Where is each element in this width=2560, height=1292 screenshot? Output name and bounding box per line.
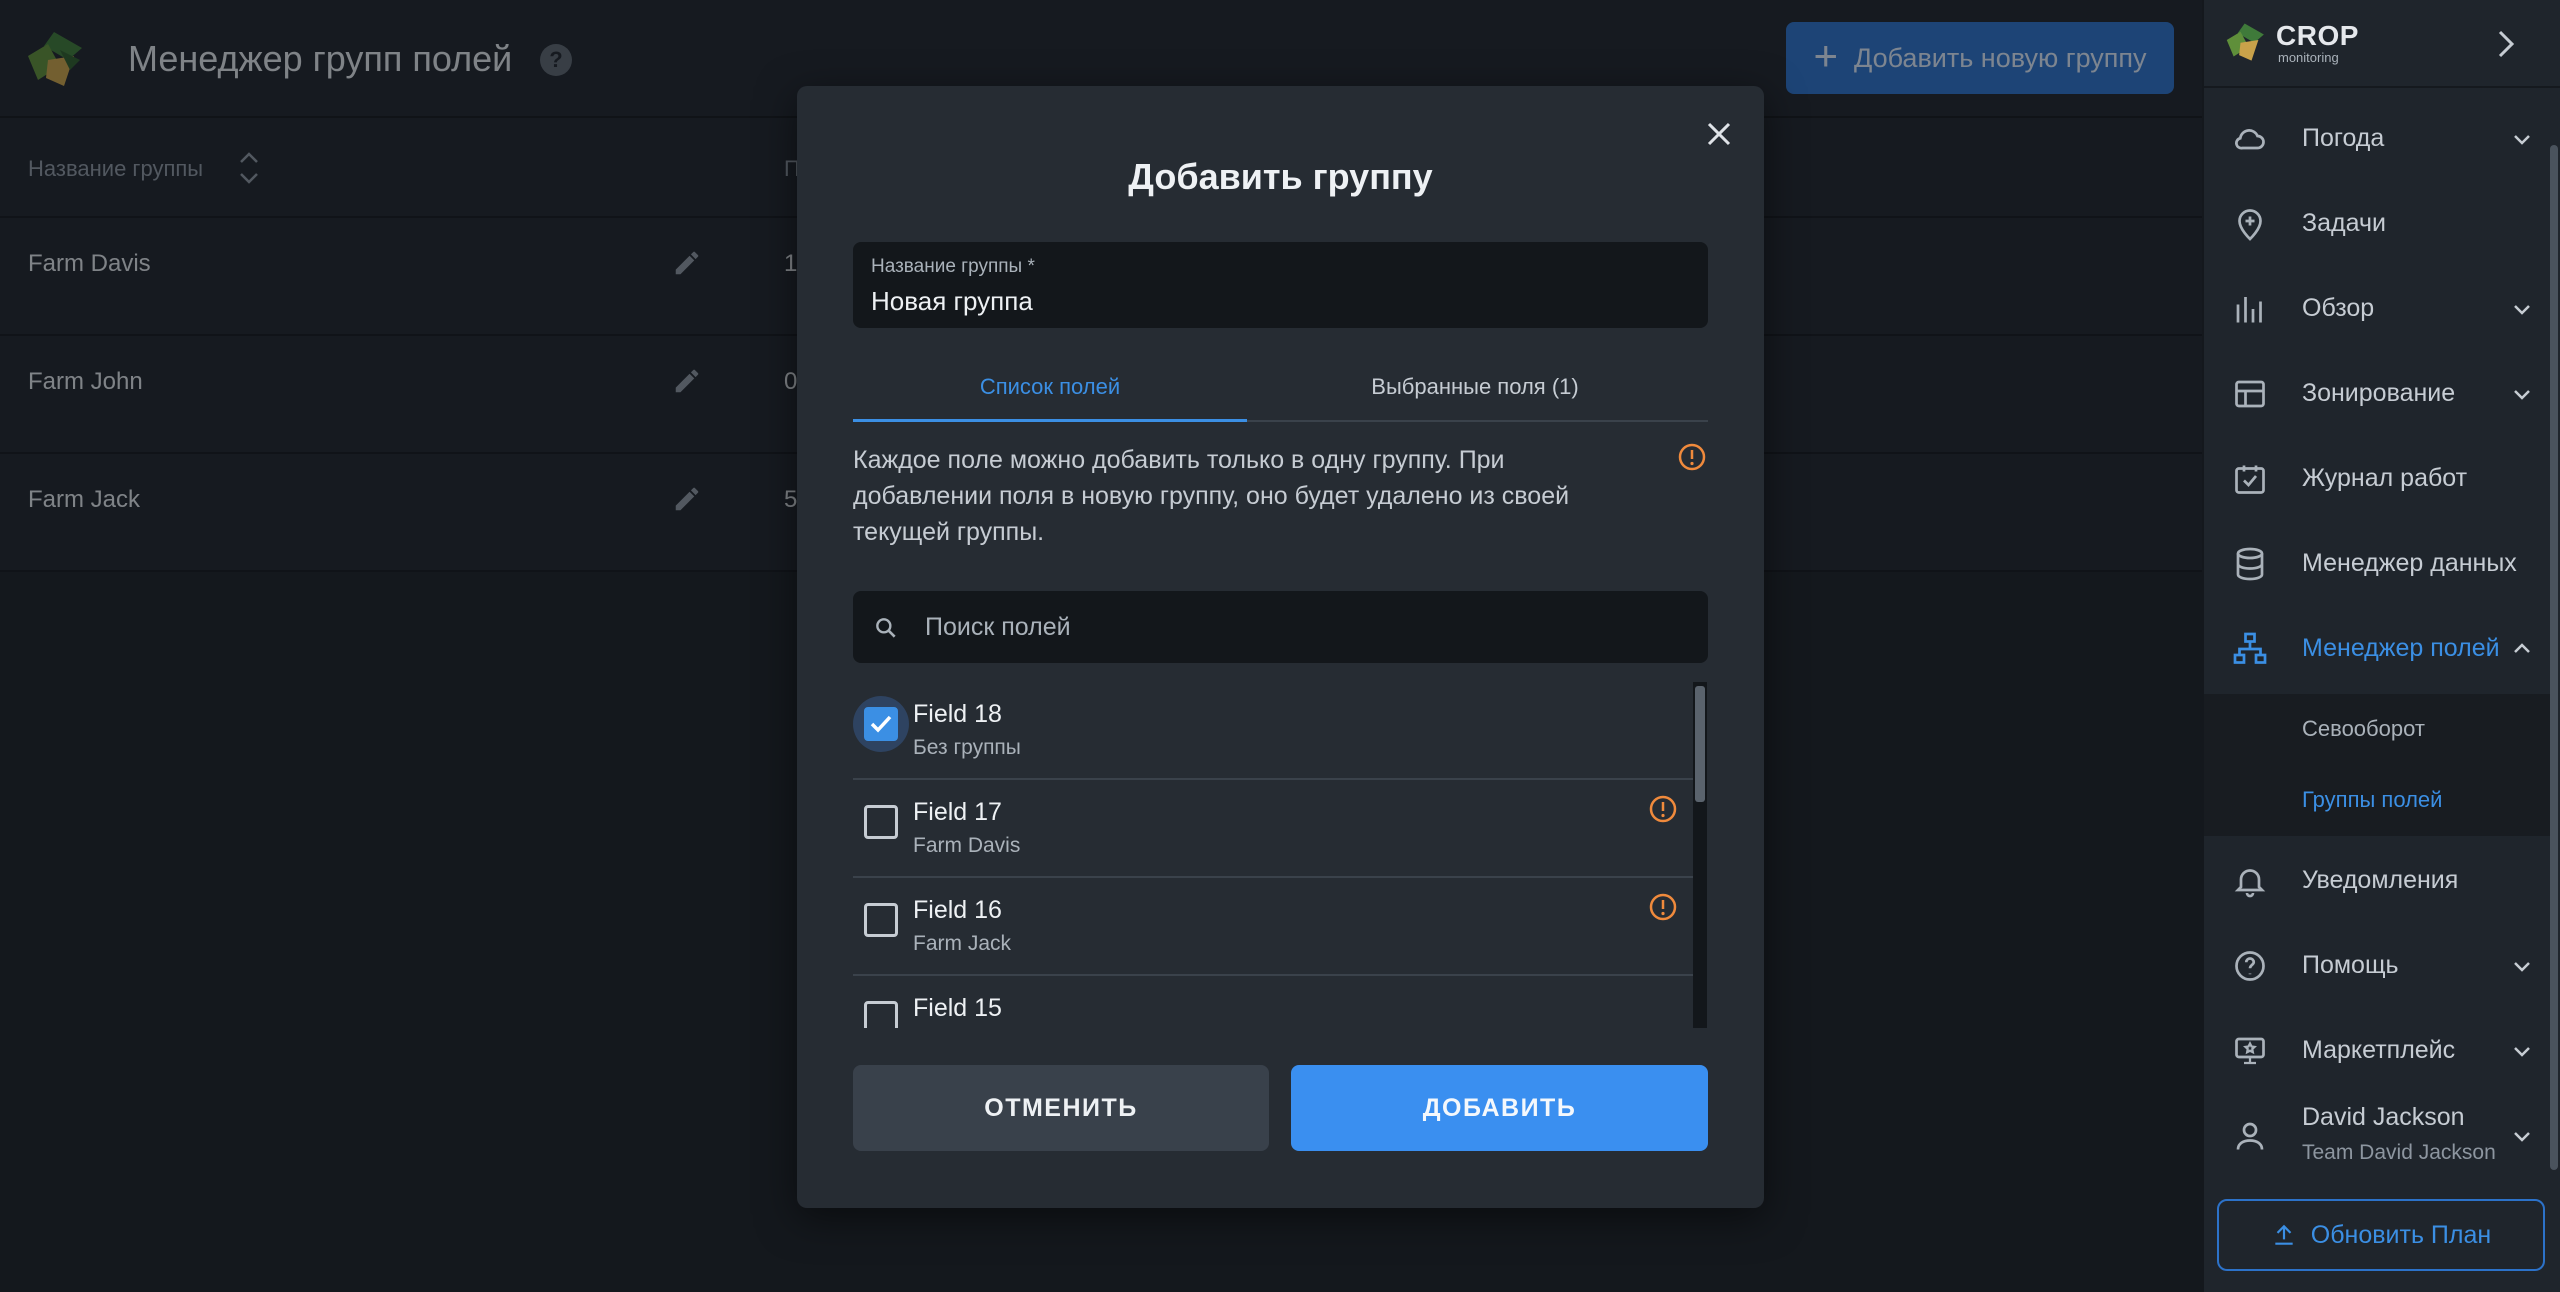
checkmark-icon — [870, 715, 892, 733]
list-item[interactable]: Field 15 — [853, 976, 1693, 1028]
chevron-down-icon — [2514, 304, 2530, 315]
info-message: Каждое поле можно добавить только в одну… — [853, 446, 1570, 546]
sidebar-item-user[interactable]: David Jackson Team David Jackson — [2204, 1093, 2554, 1178]
field-group: Farm Davis — [913, 834, 1021, 857]
checkbox-wrap — [853, 892, 909, 948]
sidebar-item-label: Менеджер полей — [2302, 634, 2500, 662]
checkbox-wrap — [853, 990, 909, 1028]
chevron-right-icon[interactable] — [2490, 26, 2522, 62]
list-item[interactable]: Field 18 Без группы — [853, 682, 1693, 780]
sidebar-item-notifications[interactable]: Уведомления — [2204, 838, 2554, 923]
database-icon — [2236, 547, 2264, 580]
fields-list: Field 18 Без группы Field 17 Farm Davis … — [853, 682, 1693, 1028]
sidebar-header: CROP monitoring — [2204, 0, 2560, 88]
field-checkbox[interactable] — [864, 805, 898, 839]
field-checkbox[interactable] — [864, 707, 898, 741]
sidebar-item-label: Уведомления — [2302, 866, 2459, 894]
upgrade-plan-button[interactable]: Обновить План — [2217, 1199, 2545, 1271]
checkbox-halo — [853, 696, 909, 752]
field-manager-submenu: Севооборот Группы полей — [2204, 694, 2554, 836]
dialog-title: Добавить группу — [1128, 156, 1433, 197]
add-button[interactable]: ДОБАВИТЬ — [1291, 1065, 1708, 1151]
group-name-label: Название группы * — [871, 256, 1035, 277]
chevron-down-icon — [2514, 134, 2530, 145]
brand-name: CROP — [2276, 20, 2359, 51]
checkbox-wrap — [853, 794, 909, 850]
chevron-down-icon — [2514, 389, 2530, 400]
help-circle-icon — [2235, 950, 2265, 981]
field-name: Field 18 — [913, 700, 1002, 728]
field-name: Field 16 — [913, 896, 1002, 924]
chevron-up-icon — [2514, 642, 2530, 653]
sidebar-item-label: Зонирование — [2302, 379, 2456, 407]
sidebar-item-data-manager[interactable]: Менеджер данных — [2204, 521, 2554, 606]
calendar-check-icon — [2235, 465, 2265, 494]
cancel-button[interactable]: ОТМЕНИТЬ — [853, 1065, 1269, 1151]
tab-selected-fields[interactable]: Выбранные поля (1) — [1278, 352, 1672, 422]
submenu-item-field-groups[interactable]: Группы полей — [2204, 765, 2554, 836]
warning-icon — [1678, 443, 1706, 471]
sidebar-item-tasks[interactable]: Задачи — [2204, 181, 2554, 266]
field-checkbox[interactable] — [864, 903, 898, 937]
sidebar-item-label: Задачи — [2302, 209, 2386, 237]
bell-icon — [2234, 868, 2266, 897]
chevron-down-icon — [2514, 1131, 2530, 1142]
sidebar-item-zoning[interactable]: Зонирование — [2204, 351, 2554, 436]
field-name: Field 15 — [913, 994, 1002, 1022]
field-name: Field 17 — [913, 798, 1002, 826]
user-team: Team David Jackson — [2302, 1141, 2496, 1164]
upgrade-plan-label: Обновить План — [2310, 1220, 2492, 1249]
list-item[interactable]: Field 17 Farm Davis — [853, 780, 1693, 878]
sidebar-item-field-manager[interactable]: Менеджер полей — [2204, 606, 2554, 691]
field-group: Farm Jack — [913, 932, 1012, 955]
bar-chart-icon — [2236, 296, 2262, 322]
submenu-item-label: Группы полей — [2302, 787, 2443, 812]
search-icon — [876, 618, 896, 638]
search-placeholder: Поиск полей — [925, 613, 1071, 641]
close-icon[interactable] — [1699, 114, 1739, 154]
sidebar-item-label: Погода — [2302, 124, 2385, 152]
sidebar-item-label: Журнал работ — [2302, 464, 2468, 492]
sidebar-scrollbar[interactable] — [2550, 145, 2558, 1170]
user-icon — [2236, 1122, 2264, 1150]
submenu-item-label: Севооборот — [2302, 716, 2425, 741]
sidebar-item-overview[interactable]: Обзор — [2204, 266, 2554, 351]
upload-icon — [2275, 1224, 2293, 1245]
sidebar-item-label: Маркетплейс — [2302, 1036, 2456, 1064]
sidebar-item-label: Обзор — [2302, 294, 2375, 322]
user-name: David Jackson — [2302, 1103, 2465, 1131]
warning-icon — [1649, 893, 1677, 921]
group-name-field[interactable]: Название группы * Новая группа — [853, 242, 1708, 328]
dialog-tabs: Список полей Выбранные поля (1) — [853, 352, 1708, 422]
field-checkbox[interactable] — [864, 1001, 898, 1028]
chevron-down-icon — [2514, 961, 2530, 972]
search-fields-input[interactable]: Поиск полей — [853, 591, 1708, 663]
list-scrollbar-thumb[interactable] — [1695, 686, 1705, 802]
sidebar-item-help[interactable]: Помощь — [2204, 923, 2554, 1008]
group-name-value[interactable]: Новая группа — [871, 286, 1033, 317]
crop-logo-icon[interactable] — [2224, 20, 2268, 64]
sidebar-item-marketplace[interactable]: Маркетплейс — [2204, 1008, 2554, 1093]
tab-field-list[interactable]: Список полей — [853, 352, 1247, 422]
sidebar: CROP monitoring Погода Задачи Обзор Зони… — [2202, 0, 2560, 1292]
hierarchy-icon — [2233, 632, 2267, 664]
map-pin-plus-icon — [2238, 208, 2262, 241]
cloud-icon — [2235, 128, 2265, 149]
monitor-star-icon — [2235, 1037, 2265, 1064]
layout-icon — [2235, 380, 2265, 407]
list-item[interactable]: Field 16 Farm Jack — [853, 878, 1693, 976]
sidebar-item-weather[interactable]: Погода — [2204, 96, 2554, 181]
sidebar-item-work-log[interactable]: Журнал работ — [2204, 436, 2554, 521]
field-group: Без группы — [913, 736, 1021, 759]
sidebar-item-label: Менеджер данных — [2302, 549, 2517, 577]
warning-icon — [1649, 795, 1677, 823]
chevron-down-icon — [2514, 1046, 2530, 1057]
brand-subtitle: monitoring — [2278, 50, 2339, 65]
add-group-dialog: Добавить группу Название группы * Новая … — [797, 86, 1764, 1208]
submenu-item-crop-rotation[interactable]: Севооборот — [2204, 694, 2554, 765]
sidebar-item-label: Помощь — [2302, 951, 2399, 979]
